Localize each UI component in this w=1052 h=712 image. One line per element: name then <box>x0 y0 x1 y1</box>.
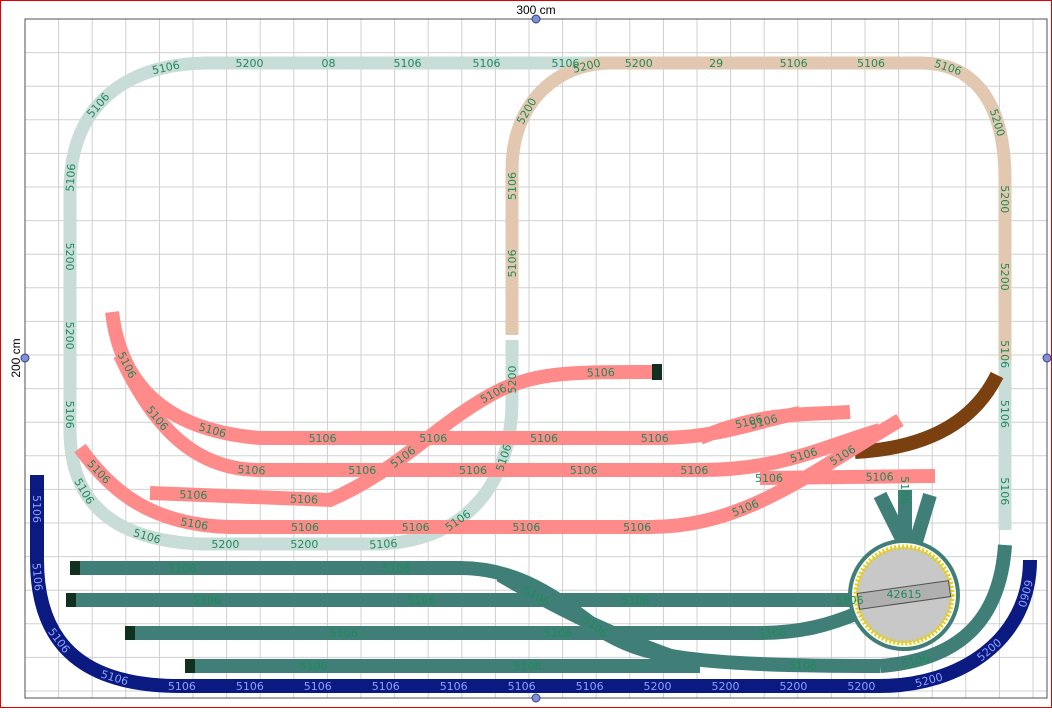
track-plan-canvas[interactable]: 300 cm 200 cm 42615 5200 08 5106 5106 51… <box>0 0 1052 708</box>
window-frame <box>0 0 1052 708</box>
